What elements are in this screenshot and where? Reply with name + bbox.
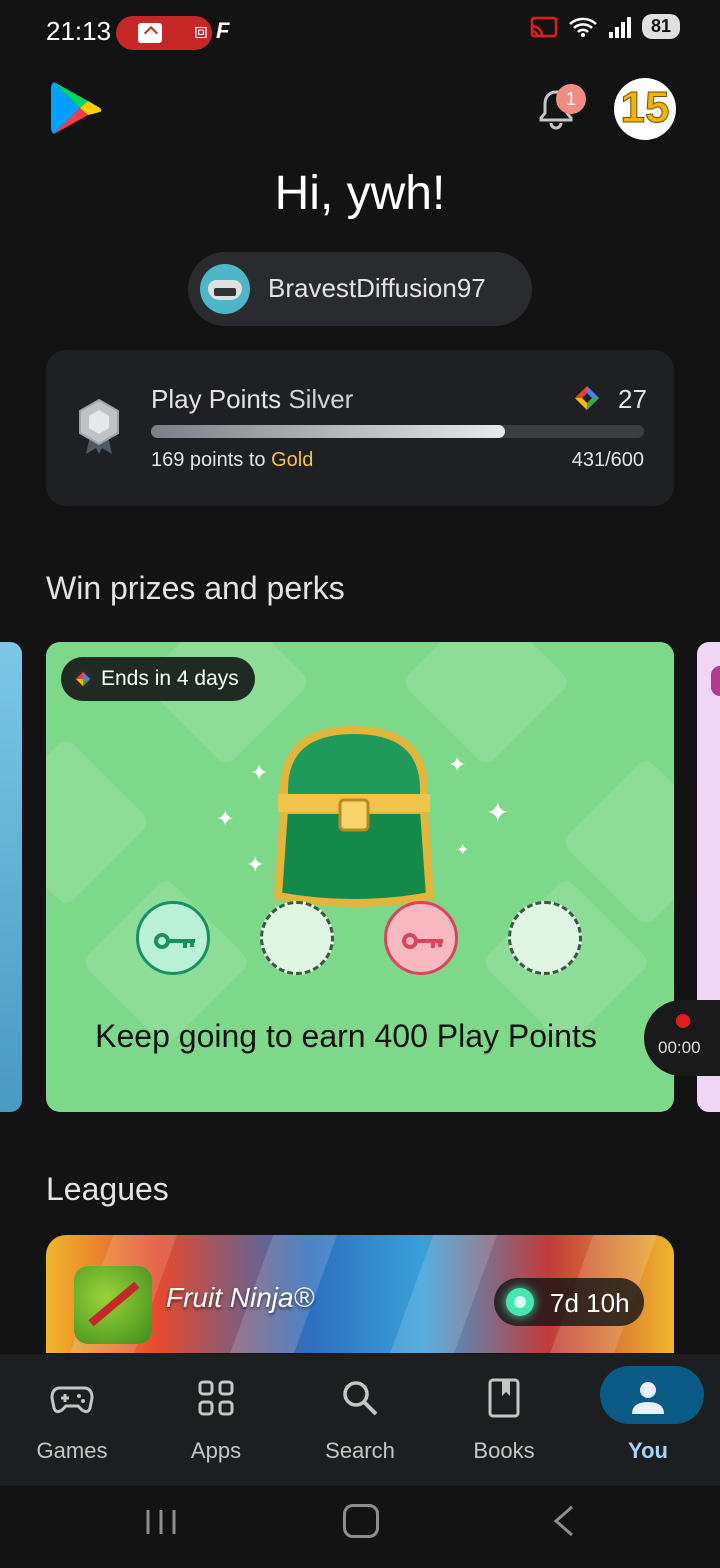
tier-progress-bar bbox=[151, 425, 644, 438]
avatar[interactable]: 15 bbox=[614, 78, 676, 140]
prize-message: Keep going to earn 400 Play Points bbox=[95, 1018, 597, 1054]
f-icon: F bbox=[216, 18, 238, 43]
silver-medal-icon bbox=[79, 398, 119, 454]
nav-search[interactable]: Search bbox=[288, 1366, 432, 1476]
signal-icon bbox=[608, 16, 631, 38]
treasure-chest-icon bbox=[273, 725, 435, 907]
nav-games[interactable]: Games bbox=[0, 1366, 144, 1476]
nav-books-label: Books bbox=[473, 1438, 535, 1463]
key-slot-empty bbox=[508, 901, 582, 975]
nav-you-label: You bbox=[628, 1438, 668, 1463]
person-icon bbox=[632, 1382, 664, 1414]
cast-icon bbox=[530, 16, 558, 37]
tier-progress-fill bbox=[151, 425, 506, 438]
play-points-label: Play Points bbox=[151, 384, 282, 414]
avatar-text: 15 bbox=[620, 83, 670, 133]
book-icon bbox=[488, 1378, 520, 1418]
key-slot-collected bbox=[136, 901, 210, 975]
live-indicator-icon bbox=[506, 1288, 534, 1316]
league-time-left: 7d 10h bbox=[494, 1278, 644, 1326]
recording-overlay[interactable]: 00:00 bbox=[644, 1000, 720, 1076]
play-points-balance: 27 bbox=[618, 384, 647, 414]
wifi-icon bbox=[569, 17, 597, 37]
recording-time: 00:00 bbox=[658, 1038, 701, 1057]
ends-in-label: Ends in 4 days bbox=[101, 667, 239, 690]
points-to-next-tier: 169 points to Gold bbox=[151, 449, 313, 472]
recents-icon[interactable] bbox=[144, 1508, 178, 1536]
gamepad-icon bbox=[50, 1386, 94, 1414]
prev-prize-card[interactable] bbox=[0, 642, 22, 1112]
sparkle-icon: ✦ bbox=[486, 797, 510, 828]
apps-grid-icon bbox=[198, 1380, 234, 1416]
section-title-leagues: Leagues bbox=[46, 1171, 169, 1207]
sparkle-icon: ✦ bbox=[456, 842, 470, 859]
gamer-avatar-icon bbox=[200, 264, 250, 314]
battery-level: 81 bbox=[641, 14, 680, 39]
record-dot-icon bbox=[676, 1014, 690, 1028]
play-points-tier: Silver bbox=[288, 384, 354, 414]
nav-search-label: Search bbox=[325, 1438, 395, 1463]
nav-books[interactable]: Books bbox=[432, 1366, 576, 1476]
google-play-logo bbox=[51, 82, 102, 134]
notification-badge: 1 bbox=[556, 84, 586, 114]
play-points-title: Play Points Silver bbox=[151, 384, 353, 415]
greeting: Hi, ywh! bbox=[274, 167, 446, 220]
nav-you[interactable]: You bbox=[576, 1366, 720, 1476]
next-tier-name: Gold bbox=[271, 449, 314, 471]
ends-in-chip: Ends in 4 days bbox=[61, 657, 255, 701]
sparkle-icon: ✦ bbox=[250, 760, 269, 785]
back-icon[interactable] bbox=[550, 1504, 578, 1538]
nav-apps-label: Apps bbox=[190, 1438, 242, 1463]
league-game-title: Fruit Ninja® bbox=[166, 1282, 315, 1313]
nav-games-label: Games bbox=[36, 1438, 108, 1463]
scan-icon: ⧈ bbox=[194, 18, 216, 43]
play-points-diamond-icon bbox=[575, 386, 599, 410]
gamer-name: BravestDiffusion97 bbox=[268, 273, 486, 303]
points-progress-text: 431/600 bbox=[571, 449, 644, 471]
key-slot-empty bbox=[260, 901, 334, 975]
league-time-text: 7d 10h bbox=[550, 1288, 630, 1318]
gamer-profile-chip[interactable]: BravestDiffusion97 bbox=[188, 252, 532, 326]
play-points-diamond-icon bbox=[74, 670, 92, 688]
key-slot-collected bbox=[384, 901, 458, 975]
search-icon bbox=[343, 1381, 378, 1416]
fruit-ninja-app-icon bbox=[74, 1266, 152, 1344]
status-icons-right: 81 bbox=[530, 14, 680, 39]
sparkle-icon: ✦ bbox=[216, 806, 235, 831]
nav-apps[interactable]: Apps bbox=[144, 1366, 288, 1476]
sparkle-icon: ✦ bbox=[448, 752, 467, 777]
sparkle-icon: ✦ bbox=[246, 852, 265, 877]
points-to-next-prefix: 169 points to bbox=[151, 449, 266, 471]
section-title-prizes: Win prizes and perks bbox=[46, 570, 345, 606]
key-icon bbox=[402, 933, 443, 949]
status-time: 21:13 bbox=[46, 16, 112, 46]
key-icon bbox=[154, 933, 195, 949]
status-icons-left: ⧈F bbox=[194, 18, 237, 44]
home-icon[interactable] bbox=[343, 1504, 379, 1538]
